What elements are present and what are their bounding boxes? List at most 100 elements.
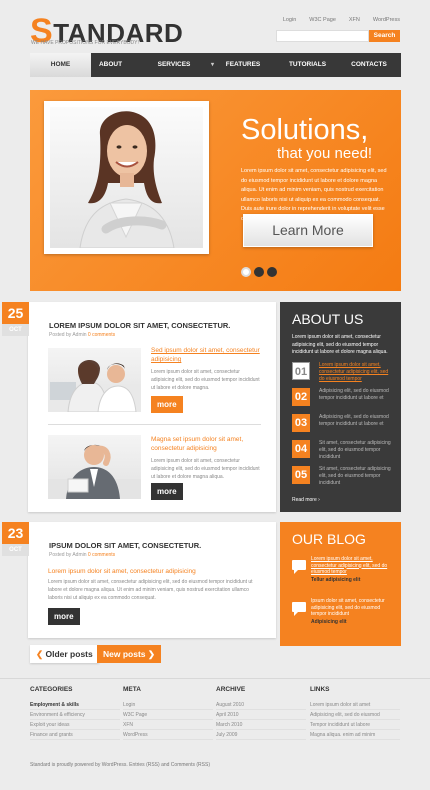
about-us-widget: ABOUT US Lorem ipsum dolor sit amet, con… [280, 302, 401, 512]
post-date: 23 OCT [2, 522, 29, 556]
more-button[interactable]: more [151, 396, 183, 413]
blog-title: OUR BLOG [292, 531, 366, 547]
blog-item-text[interactable]: Ipsum dolor sit amet, consectetur adipis… [311, 598, 391, 618]
about-item-number: 04 [292, 440, 310, 458]
blog-item-sub: Tellur adipisicing elit [311, 577, 361, 583]
footer-link[interactable]: Lorem ipsum dolor sit amet [310, 700, 400, 710]
slider-pagination [241, 267, 277, 277]
about-item-text: Sit amet, consectetur adipisicing elit, … [319, 440, 391, 460]
about-item-text: Sit amet, consectetur adipisicing elit, … [319, 466, 391, 486]
footer-col-title: LINKS [310, 686, 330, 693]
post-thumbnail-businessman[interactable] [48, 435, 141, 499]
about-item-number: 02 [292, 388, 310, 406]
footer-link[interactable]: Exploit your ideas [30, 720, 120, 730]
post-title[interactable]: LOREM IPSUM DOLOR SIT AMET, CONSECTETUR. [49, 321, 230, 330]
couple-illustration [48, 359, 141, 412]
post-item-text: Lorem ipsum dolor sit amet, consectetur … [151, 458, 260, 480]
slider-dot-1[interactable] [241, 267, 251, 277]
slider-dot-3[interactable] [267, 267, 277, 277]
top-links: Login W3C Page XFN WordPress [283, 17, 400, 23]
post-subtitle: Lorem ipsum dolor sit amet, consectetur … [48, 568, 196, 575]
post-item-title[interactable]: Magna set ipsum dolor sit amet, consecte… [151, 435, 261, 453]
nav-item-features[interactable]: FEATURES [218, 53, 268, 77]
about-item-text: Adipisicing elit, sed do eiusmod tempor … [319, 388, 389, 401]
hero-photo-frame [44, 101, 209, 254]
footer-link[interactable]: Magna aliqua. enim ad minim [310, 730, 400, 740]
footer-link[interactable]: July 2009 [216, 730, 306, 740]
more-button[interactable]: more [151, 483, 183, 500]
footer-link[interactable]: August 2010 [216, 700, 306, 710]
nav-item-home[interactable]: HOME [30, 53, 91, 77]
older-posts-button[interactable]: ❮ Older posts [30, 645, 99, 663]
search-button[interactable]: Search [369, 30, 400, 42]
nav-item-services-label: SERVICES [157, 61, 191, 68]
our-blog-widget: OUR BLOG Lorem ipsum dolor sit amet, con… [280, 522, 401, 646]
post-author: Posted by Admin [49, 332, 87, 338]
hero-subtitle: that you need! [277, 145, 373, 162]
nav-item-about[interactable]: ABOUT [91, 53, 130, 77]
toplink-w3c[interactable]: W3C Page [309, 17, 336, 23]
toplink-login[interactable]: Login [283, 17, 296, 23]
footer-link[interactable]: April 2010 [216, 710, 306, 720]
about-item-text: Adipisicing elit, sed do eiusmod tempor … [319, 414, 389, 427]
post-thumbnail-couple[interactable] [48, 348, 141, 412]
footer-divider [0, 678, 430, 679]
footer-link[interactable]: Adipisicing elit, sed do eiusmod [310, 710, 400, 720]
speech-bubble-icon [292, 560, 306, 574]
tagline: WE HAVE PROPOSITIONS FOR EVERYBODY! [31, 40, 139, 46]
footer-col-meta: META Login W3C Page XFN WordPress [123, 686, 213, 740]
chevron-left-icon: ❮ [36, 649, 44, 659]
slider-dot-2[interactable] [254, 267, 264, 277]
main-nav: HOME ABOUT SERVICES ▾ FEATURES TUTORIALS … [30, 53, 401, 77]
nav-item-contacts[interactable]: CONTACTS [347, 53, 391, 77]
footer-col-links: LINKS Lorem ipsum dolor sit amet Adipisi… [310, 686, 400, 740]
chevron-down-icon[interactable]: ▾ [211, 53, 214, 77]
footer-col-title: META [123, 686, 141, 693]
about-item-number: 01 [292, 362, 310, 380]
post-date-day: 25 [2, 302, 29, 324]
footer-col-title: CATEGORIES [30, 686, 73, 693]
footer-link[interactable]: Environment & efficiency [30, 710, 120, 720]
post-text: Lorem ipsum dolor sit amet, consectetur … [48, 579, 253, 601]
new-posts-button[interactable]: New posts ❯ [97, 645, 162, 663]
footer-link[interactable]: Employment & skills [30, 700, 120, 710]
toplink-xfn[interactable]: XFN [349, 17, 360, 23]
footer-link[interactable]: Tempor incididunt ut labore [310, 720, 400, 730]
post-item-title[interactable]: Sed ipsum dolor sit amet, consectetur ad… [151, 346, 261, 364]
hero-slider: Solutions, that you need! Lorem ipsum do… [30, 90, 401, 291]
blog-post-1: LOREM IPSUM DOLOR SIT AMET, CONSECTETUR.… [28, 302, 276, 512]
about-item-number: 03 [292, 414, 310, 432]
search-input[interactable] [276, 30, 369, 42]
hero-title: Solutions, [241, 114, 369, 146]
nav-item-services[interactable]: SERVICES ▾ [130, 53, 218, 77]
footer-link[interactable]: XFN [123, 720, 213, 730]
post-meta: Posted by Admin 0 comments [49, 332, 115, 338]
post-author: Posted by Admin [49, 552, 87, 558]
footer-link[interactable]: W3C Page [123, 710, 213, 720]
toplink-wordpress[interactable]: WordPress [373, 17, 400, 23]
footer-link[interactable]: March 2010 [216, 720, 306, 730]
post-meta: Posted by Admin 0 comments [49, 552, 115, 558]
businessman-illustration [48, 444, 141, 499]
post-comments-link[interactable]: 0 comments [88, 552, 115, 558]
blog-item-link[interactable]: Lorem ipsum dolor sit amet, consectetur … [311, 556, 391, 576]
blog-item-sub: Adipisicing elit [311, 619, 347, 625]
footer-link[interactable]: Finance and grants [30, 730, 120, 740]
more-button[interactable]: more [48, 608, 80, 625]
footer-col-archive: ARCHIVE August 2010 April 2010 March 201… [216, 686, 306, 740]
nav-item-tutorials[interactable]: TUTORIALS [268, 53, 347, 77]
about-read-more-link[interactable]: Read more › [292, 497, 320, 503]
footer-col-title: ARCHIVE [216, 686, 246, 693]
footer-link[interactable]: WordPress [123, 730, 213, 740]
about-item-link[interactable]: Lorem ipsum dolor sit amet, consectetur … [319, 362, 393, 383]
learn-more-button[interactable]: Learn More [243, 214, 373, 247]
footer-link[interactable]: Login [123, 700, 213, 710]
post-title[interactable]: IPSUM DOLOR SIT AMET, CONSECTETUR. [49, 541, 201, 550]
older-posts-label: Older posts [45, 649, 93, 659]
post-date-month: OCT [2, 324, 29, 336]
post-date-day: 23 [2, 522, 29, 544]
post-date: 25 OCT [2, 302, 29, 336]
post-comments-link[interactable]: 0 comments [88, 332, 115, 338]
speech-bubble-icon [292, 602, 306, 616]
new-posts-label: New posts [103, 649, 146, 659]
